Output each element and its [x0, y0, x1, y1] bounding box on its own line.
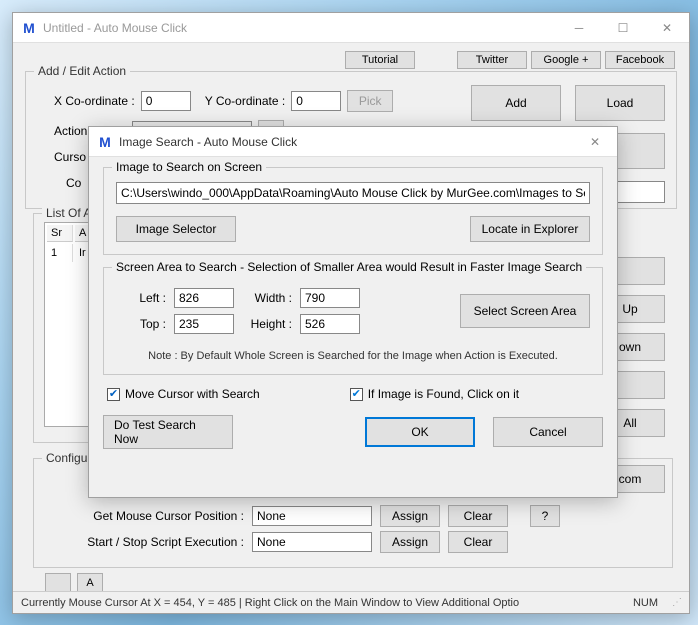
dialog-titlebar: M Image Search - Auto Mouse Click ✕ [89, 127, 617, 157]
main-titlebar: M Untitled - Auto Mouse Click ─ ☐ ✕ [13, 13, 689, 43]
startstop-assign[interactable]: Assign [380, 531, 440, 553]
image-search-dialog: M Image Search - Auto Mouse Click ✕ Imag… [88, 126, 618, 498]
col-sr[interactable]: Sr [47, 225, 73, 242]
resize-grip-icon[interactable]: ⋰ [672, 597, 681, 608]
width-input[interactable] [300, 288, 360, 308]
close-button[interactable]: ✕ [645, 13, 689, 43]
xcoord-input[interactable] [141, 91, 191, 111]
maximize-button[interactable]: ☐ [601, 13, 645, 43]
locate-explorer-button[interactable]: Locate in Explorer [470, 216, 590, 242]
status-bar: Currently Mouse Cursor At X = 454, Y = 4… [13, 591, 689, 613]
cancel-button[interactable]: Cancel [493, 417, 603, 447]
load-button[interactable]: Load [575, 85, 665, 121]
screen-area-note: Note : By Default Whole Screen is Search… [116, 350, 590, 362]
check-icon: ✔ [107, 388, 120, 401]
get-mouse-label: Get Mouse Cursor Position : [44, 509, 244, 523]
dialog-app-icon: M [97, 134, 113, 150]
image-to-search-group: Image to Search on Screen Image Selector… [103, 167, 603, 255]
do-test-search-button[interactable]: Do Test Search Now [103, 415, 233, 449]
minimize-button[interactable]: ─ [557, 13, 601, 43]
dialog-close-button[interactable]: ✕ [573, 127, 617, 157]
image-path-input[interactable] [116, 182, 590, 204]
check-icon: ✔ [350, 388, 363, 401]
ok-button[interactable]: OK [365, 417, 475, 447]
screen-area-legend: Screen Area to Search - Selection of Sma… [112, 260, 586, 274]
cursor-label-truncated: Curso [54, 150, 86, 164]
get-mouse-input[interactable] [252, 506, 372, 526]
small-btn-a[interactable]: A [77, 573, 103, 593]
if-found-checkbox[interactable]: ✔ If Image is Found, Click on it [350, 387, 519, 401]
pick-button[interactable]: Pick [347, 90, 393, 112]
left-label: Left : [116, 291, 166, 305]
move-cursor-checkbox[interactable]: ✔ Move Cursor with Search [107, 387, 260, 401]
help-button[interactable]: ? [530, 505, 560, 527]
left-input[interactable] [174, 288, 234, 308]
top-label: Top : [116, 317, 166, 331]
xcoord-label: X Co-ordinate : [54, 94, 135, 108]
status-num: NUM [633, 597, 658, 609]
image-selector-button[interactable]: Image Selector [116, 216, 236, 242]
add-button[interactable]: Add [471, 85, 561, 121]
startstop-input[interactable] [252, 532, 372, 552]
height-label: Height : [242, 317, 292, 331]
add-edit-legend: Add / Edit Action [34, 64, 130, 78]
select-screen-area-button[interactable]: Select Screen Area [460, 294, 590, 328]
ycoord-input[interactable] [291, 91, 341, 111]
cell-sr: 1 [47, 244, 73, 262]
app-icon: M [21, 20, 37, 36]
small-btn-1[interactable] [45, 573, 71, 593]
width-label: Width : [242, 291, 292, 305]
height-input[interactable] [300, 314, 360, 334]
image-to-search-legend: Image to Search on Screen [112, 160, 266, 174]
ycoord-label: Y Co-ordinate : [205, 94, 286, 108]
status-text: Currently Mouse Cursor At X = 454, Y = 4… [21, 597, 519, 609]
get-mouse-clear[interactable]: Clear [448, 505, 508, 527]
top-input[interactable] [174, 314, 234, 334]
co-label-truncated: Co [66, 176, 81, 190]
move-cursor-label: Move Cursor with Search [125, 387, 260, 401]
screen-area-group: Screen Area to Search - Selection of Sma… [103, 267, 603, 375]
startstop-label: Start / Stop Script Execution : [44, 535, 244, 549]
get-mouse-assign[interactable]: Assign [380, 505, 440, 527]
if-found-label: If Image is Found, Click on it [368, 387, 519, 401]
startstop-clear[interactable]: Clear [448, 531, 508, 553]
dialog-title: Image Search - Auto Mouse Click [119, 135, 573, 149]
main-title: Untitled - Auto Mouse Click [43, 21, 557, 35]
